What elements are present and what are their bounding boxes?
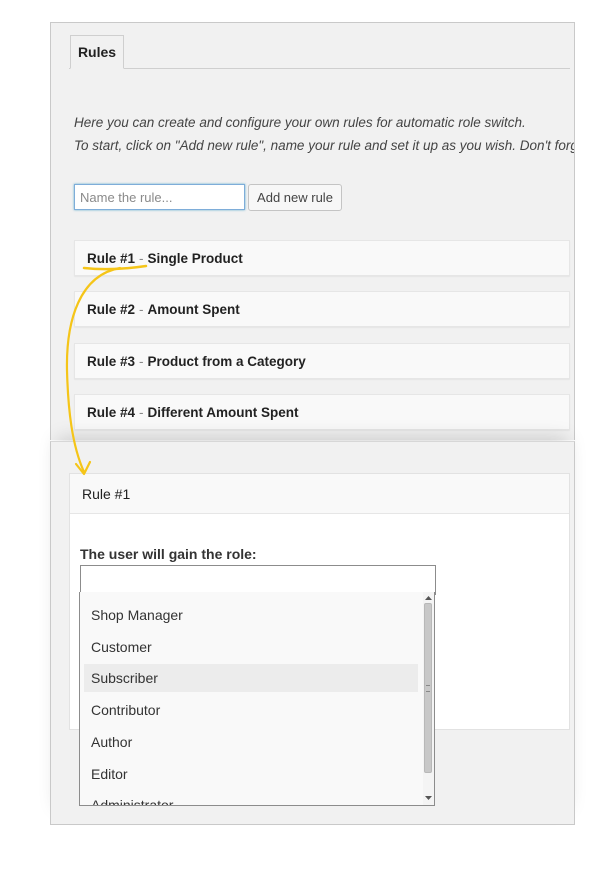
rule-separator: - — [139, 404, 144, 420]
rule-row-3[interactable]: Rule #3 - Product from a Category — [74, 343, 570, 379]
rule-separator: - — [139, 353, 144, 369]
intro-text: Here you can create and configure your o… — [74, 111, 575, 157]
role-option-author[interactable]: Author — [84, 728, 418, 756]
rules-settings-panel: Rules Here you can create and configure … — [50, 22, 575, 440]
rule-name: Different Amount Spent — [147, 404, 299, 420]
tab-rules[interactable]: Rules — [70, 35, 124, 69]
role-dropdown-list[interactable]: Shop Manager Customer Subscriber Contrib… — [79, 592, 435, 806]
scroll-up-arrow-icon[interactable] — [423, 593, 434, 603]
rule-name-input[interactable] — [74, 184, 245, 210]
role-option-editor[interactable]: Editor — [84, 760, 418, 788]
scroll-down-arrow-icon[interactable] — [423, 793, 434, 803]
rule-name: Amount Spent — [147, 301, 240, 317]
intro-line-2: To start, click on "Add new rule", name … — [74, 138, 575, 153]
rule-number: Rule #3 — [87, 353, 136, 369]
rule-number: Rule #1 — [87, 250, 136, 266]
rule-name: Product from a Category — [147, 353, 306, 369]
dropdown-scrollbar[interactable] — [423, 592, 434, 805]
role-option-contributor[interactable]: Contributor — [84, 696, 418, 724]
role-option-administrator[interactable]: Administrator — [84, 791, 418, 805]
role-select[interactable] — [80, 565, 436, 595]
rule-row-4[interactable]: Rule #4 - Different Amount Spent — [74, 394, 570, 430]
rule-separator: - — [139, 250, 144, 266]
rule-separator: - — [139, 301, 144, 317]
add-new-rule-button[interactable]: Add new rule — [248, 184, 342, 211]
role-option-customer[interactable]: Customer — [84, 633, 418, 661]
rule-number: Rule #4 — [87, 404, 136, 420]
rule-detail-title[interactable]: Rule #1 — [70, 474, 569, 514]
rule-row-2[interactable]: Rule #2 - Amount Spent — [74, 291, 570, 327]
intro-line-1: Here you can create and configure your o… — [74, 115, 526, 130]
grip-icon — [426, 684, 430, 692]
role-option-subscriber[interactable]: Subscriber — [84, 664, 418, 692]
rule-row-1[interactable]: Rule #1 - Single Product — [74, 240, 570, 276]
scrollbar-thumb[interactable] — [424, 603, 432, 773]
rule-name: Single Product — [147, 250, 243, 266]
role-label: The user will gain the role: — [80, 546, 257, 562]
rule-number: Rule #2 — [87, 301, 136, 317]
tabs-divider — [69, 68, 570, 69]
role-option-shop-manager[interactable]: Shop Manager — [84, 601, 418, 629]
